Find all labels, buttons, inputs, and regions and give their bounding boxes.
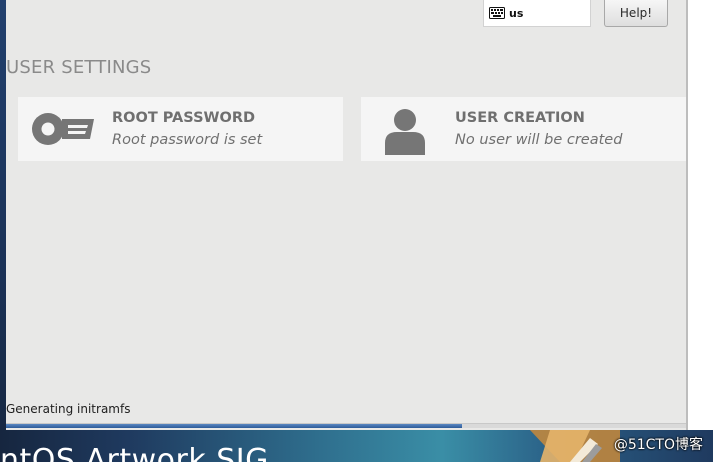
keyboard-layout-label: us (509, 6, 524, 20)
watermark: @51CTO博客 (613, 437, 703, 453)
keyboard-icon (489, 7, 505, 19)
root-password-status: Root password is set (112, 132, 263, 148)
user-creation-status: No user will be created (455, 132, 623, 148)
root-password-title: ROOT PASSWORD (112, 110, 256, 126)
installer-banner: ntOS Artwork SIG (0, 430, 713, 462)
progress-status-label: Generating initramfs (6, 402, 131, 416)
section-title: USER SETTINGS (6, 57, 152, 78)
installer-panel: us Help! USER SETTINGS ROOT PASSWORD Roo… (6, 0, 686, 430)
user-creation-title: USER CREATION (455, 110, 585, 126)
user-icon (385, 109, 425, 155)
window-right-margin (686, 0, 713, 430)
user-creation-spoke[interactable]: USER CREATION No user will be created (361, 97, 686, 161)
banner-text: ntOS Artwork SIG (0, 443, 269, 462)
window-right-border (686, 0, 688, 430)
root-password-spoke[interactable]: ROOT PASSWORD Root password is set (18, 97, 343, 161)
help-button[interactable]: Help! (604, 0, 668, 27)
install-progress-bar (6, 423, 686, 428)
keyboard-layout-indicator[interactable]: us (483, 0, 591, 27)
key-icon (32, 113, 94, 145)
install-progress-fill (6, 424, 462, 428)
paintbrush-icon (530, 430, 620, 462)
